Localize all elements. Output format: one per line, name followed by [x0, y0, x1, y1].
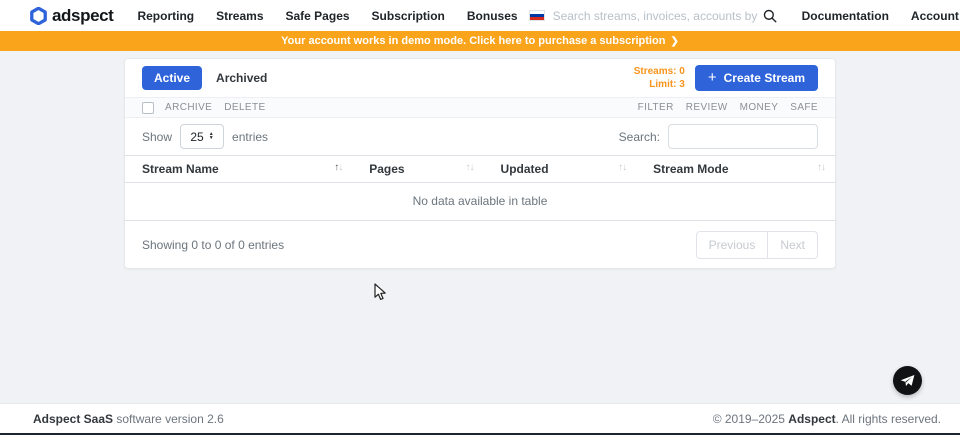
- table-controls: Show 25 ▲ ▼ entries Search:: [125, 118, 835, 155]
- money-action-label[interactable]: MONEY: [740, 102, 779, 113]
- table-search-control: Search:: [619, 124, 818, 149]
- next-page-button[interactable]: Next: [768, 231, 818, 259]
- select-all-checkbox[interactable]: [142, 102, 154, 114]
- page-footer: Adspect SaaS software version 2.6 © 2019…: [0, 403, 960, 433]
- column-header-stream-mode[interactable]: ↑↓ Stream Mode: [636, 156, 835, 183]
- streams-count: Streams: 0: [634, 65, 685, 78]
- language-flag-icon[interactable]: [529, 10, 545, 21]
- tab-active-streams[interactable]: Active: [142, 66, 202, 90]
- nav-item-safe-pages[interactable]: Safe Pages: [275, 9, 361, 23]
- adspect-hexagon-icon: [30, 7, 47, 25]
- stream-quota: Streams: 0 Limit: 3: [634, 65, 685, 91]
- demo-mode-banner[interactable]: Your account works in demo mode. Click h…: [0, 31, 960, 51]
- streams-limit: Limit: 3: [634, 78, 685, 91]
- page-size-value: 25: [190, 130, 203, 144]
- nav-item-streams[interactable]: Streams: [205, 9, 274, 23]
- streams-card-header: Active Archived Streams: 0 Limit: 3 + Cr…: [125, 59, 835, 97]
- review-action-label[interactable]: REVIEW: [686, 102, 728, 113]
- sort-icon: ↑↓: [817, 162, 825, 173]
- nav-item-account[interactable]: Account: [900, 9, 960, 23]
- column-header-updated[interactable]: ↑↓ Updated: [484, 156, 637, 183]
- footer-version: Adspect SaaS software version 2.6: [33, 412, 224, 426]
- table-search-label: Search:: [619, 130, 660, 144]
- streams-table-header-row: ↑↓ Stream Name ↑↓ Pages ↑↓ Updated ↑↓ St…: [125, 156, 835, 183]
- table-search-input[interactable]: [668, 124, 818, 149]
- navbar-right-group: Documentation Account Sign Out: [529, 9, 960, 23]
- bulk-delete-button[interactable]: DELETE: [224, 102, 265, 113]
- global-search-input[interactable]: [553, 9, 759, 23]
- sort-icon: ↑↓: [618, 162, 626, 173]
- plus-icon: +: [708, 70, 717, 85]
- page-size-select[interactable]: 25 ▲ ▼: [180, 124, 224, 149]
- sort-icon: ↑↓: [466, 162, 474, 173]
- chevron-right-icon: ❯: [670, 36, 678, 47]
- empty-table-row: No data available in table: [125, 183, 835, 221]
- nav-item-bonuses[interactable]: Bonuses: [456, 9, 529, 23]
- top-navbar: adspect Reporting Streams Safe Pages Sub…: [0, 0, 960, 31]
- entries-label: entries: [232, 130, 268, 144]
- table-footer: Showing 0 to 0 of 0 entries Previous Nex…: [125, 221, 835, 268]
- streams-table: ↑↓ Stream Name ↑↓ Pages ↑↓ Updated ↑↓ St…: [125, 155, 835, 221]
- sort-icon: ↑↓: [334, 162, 342, 173]
- adspect-logo[interactable]: adspect: [30, 6, 113, 26]
- show-label: Show: [142, 130, 172, 144]
- telegram-plane-icon: [900, 374, 915, 387]
- column-header-pages[interactable]: ↑↓ Pages: [352, 156, 483, 183]
- bulk-archive-button[interactable]: ARCHIVE: [165, 102, 212, 113]
- entries-info: Showing 0 to 0 of 0 entries: [142, 238, 284, 252]
- telegram-button[interactable]: [893, 366, 922, 395]
- previous-page-button[interactable]: Previous: [696, 231, 769, 259]
- select-arrows-icon: ▲ ▼: [209, 133, 214, 139]
- nav-item-subscription[interactable]: Subscription: [361, 9, 456, 23]
- streams-card: Active Archived Streams: 0 Limit: 3 + Cr…: [124, 58, 836, 269]
- column-header-stream-name[interactable]: ↑↓ Stream Name: [125, 156, 352, 183]
- nav-item-reporting[interactable]: Reporting: [126, 9, 205, 23]
- page-length-control: Show 25 ▲ ▼ entries: [142, 124, 268, 149]
- no-data-message: No data available in table: [125, 183, 835, 221]
- demo-mode-banner-text: Your account works in demo mode. Click h…: [281, 35, 665, 47]
- filter-action-label[interactable]: FILTER: [638, 102, 674, 113]
- search-icon[interactable]: [763, 9, 777, 23]
- create-stream-button[interactable]: + Create Stream: [695, 65, 818, 91]
- safe-action-label[interactable]: SAFE: [790, 102, 818, 113]
- row-actions-group: FILTER REVIEW MONEY SAFE: [626, 102, 818, 113]
- mouse-cursor: [374, 283, 387, 306]
- pagination: Previous Next: [696, 231, 818, 259]
- create-stream-label: Create Stream: [724, 71, 805, 85]
- tab-archived-streams[interactable]: Archived: [216, 71, 267, 85]
- nav-item-documentation[interactable]: Documentation: [791, 9, 900, 23]
- adspect-app: adspect Reporting Streams Safe Pages Sub…: [0, 0, 960, 435]
- brand-name: adspect: [52, 6, 113, 26]
- bulk-actions-toolbar: ARCHIVE DELETE FILTER REVIEW MONEY SAFE: [125, 97, 835, 118]
- footer-copyright: © 2019–2025 Adspect. All rights reserved…: [713, 412, 941, 426]
